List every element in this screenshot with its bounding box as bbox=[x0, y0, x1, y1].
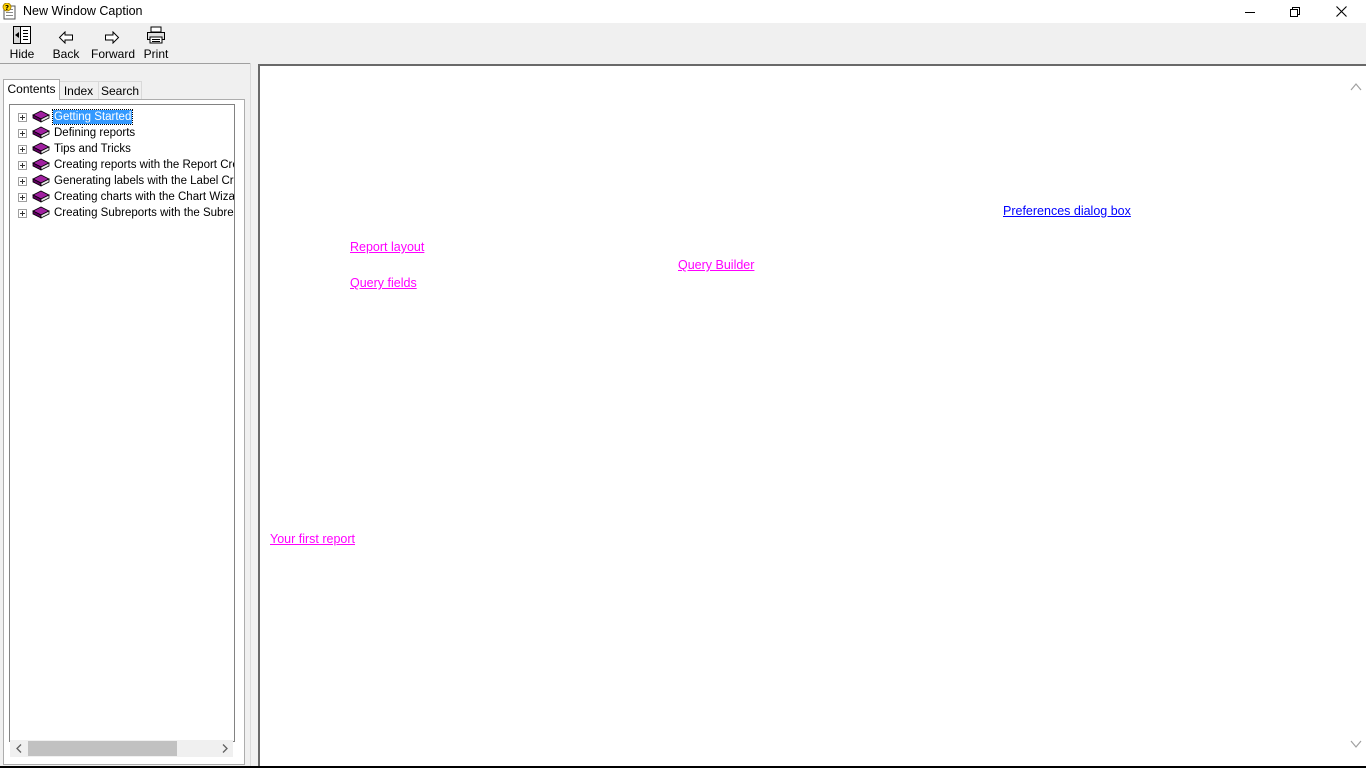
book-icon bbox=[32, 158, 50, 171]
chevron-left-icon bbox=[15, 744, 21, 753]
chevron-right-icon bbox=[222, 744, 228, 753]
back-label: Back bbox=[52, 47, 80, 61]
divider bbox=[0, 63, 251, 64]
tree-item-label: Creating reports with the Report Crea bbox=[54, 159, 235, 171]
expand-icon[interactable] bbox=[18, 145, 27, 154]
tree-item-label: Creating Subreports with the Subrepor bbox=[54, 207, 235, 219]
expand-icon[interactable] bbox=[18, 209, 27, 218]
expand-icon[interactable] bbox=[18, 129, 27, 138]
tree-item-label: Generating labels with the Label Creat bbox=[54, 175, 235, 187]
back-arrow-icon bbox=[58, 31, 73, 44]
tree-item-label: Tips and Tricks bbox=[54, 143, 131, 155]
tab-contents-label: Contents bbox=[7, 82, 56, 96]
hide-icon bbox=[13, 26, 31, 44]
book-icon bbox=[32, 206, 50, 219]
forward-button[interactable]: Forward bbox=[91, 26, 136, 62]
scroll-right-button[interactable] bbox=[216, 740, 233, 757]
tab-index-label: Index bbox=[63, 84, 94, 98]
scroll-thumb[interactable] bbox=[28, 741, 177, 756]
chevron-down-icon[interactable] bbox=[1350, 739, 1362, 749]
contents-tree[interactable]: Getting Started Defining reports Tips an… bbox=[9, 104, 235, 742]
restore-icon bbox=[1290, 6, 1300, 17]
chevron-up-icon[interactable] bbox=[1350, 82, 1362, 92]
expand-icon[interactable] bbox=[18, 193, 27, 202]
help-file-icon: ? bbox=[2, 3, 16, 20]
title-bar: ? New Window Caption bbox=[0, 0, 1366, 23]
window-title: New Window Caption bbox=[23, 4, 143, 18]
horizontal-scrollbar[interactable] bbox=[10, 740, 233, 757]
book-icon bbox=[32, 190, 50, 203]
pane-splitter[interactable] bbox=[251, 63, 257, 768]
tab-search-label: Search bbox=[100, 84, 140, 98]
tab-index[interactable]: Index bbox=[59, 81, 99, 101]
print-label: Print bbox=[143, 47, 169, 61]
printer-icon bbox=[147, 26, 165, 44]
link-preferences-dialog-box[interactable]: Preferences dialog box bbox=[1003, 204, 1131, 218]
tree-item-label: Creating charts with the Chart Wizard bbox=[54, 191, 235, 203]
book-icon bbox=[32, 126, 50, 139]
expand-icon[interactable] bbox=[18, 113, 27, 122]
tree-item-label: Getting Started bbox=[51, 109, 134, 125]
minimize-button[interactable] bbox=[1227, 0, 1273, 23]
minimize-icon bbox=[1245, 11, 1255, 13]
close-icon bbox=[1335, 6, 1347, 17]
scroll-left-button[interactable] bbox=[10, 740, 27, 757]
restore-button[interactable] bbox=[1272, 0, 1318, 23]
hide-label: Hide bbox=[9, 47, 35, 61]
print-button[interactable]: Print bbox=[142, 26, 170, 62]
toolbar: Hide Back Forward Print bbox=[0, 23, 1366, 63]
forward-label: Forward bbox=[91, 47, 136, 61]
book-icon bbox=[32, 174, 50, 187]
tree-item-label: Defining reports bbox=[54, 127, 136, 139]
link-query-fields[interactable]: Query fields bbox=[350, 276, 417, 290]
hide-button[interactable]: Hide bbox=[6, 26, 38, 62]
topic-content-pane: Preferences dialog box Report layout Que… bbox=[258, 64, 1366, 766]
svg-text:?: ? bbox=[5, 4, 9, 12]
close-button[interactable] bbox=[1318, 0, 1364, 23]
expand-icon[interactable] bbox=[18, 161, 27, 170]
back-button[interactable]: Back bbox=[51, 26, 81, 62]
tab-search[interactable]: Search bbox=[99, 81, 142, 101]
book-icon bbox=[32, 110, 50, 123]
book-icon bbox=[32, 142, 50, 155]
link-your-first-report[interactable]: Your first report bbox=[270, 532, 355, 546]
divider bbox=[250, 63, 251, 768]
link-query-builder[interactable]: Query Builder bbox=[678, 258, 754, 272]
forward-arrow-icon bbox=[105, 31, 120, 44]
tab-contents[interactable]: Contents bbox=[3, 79, 60, 100]
link-report-layout[interactable]: Report layout bbox=[350, 240, 424, 254]
expand-icon[interactable] bbox=[18, 177, 27, 186]
